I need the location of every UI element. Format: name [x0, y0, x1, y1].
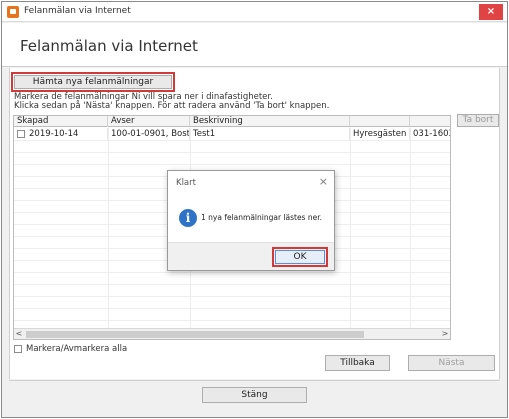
- scrollbar-thumb[interactable]: [26, 331, 364, 338]
- select-all-row[interactable]: Markera/Avmarkera alla: [14, 344, 127, 354]
- row-divider: [14, 164, 450, 165]
- column-header-beskrivning[interactable]: Beskrivning: [190, 116, 350, 127]
- table-row[interactable]: 2019-10-14 100-01-0901, Bostad... Test1 …: [14, 128, 450, 140]
- fetch-reports-button[interactable]: Hämta nya felanmälningar: [11, 72, 175, 92]
- info-icon: i: [179, 209, 197, 227]
- row-divider: [14, 272, 450, 273]
- cell-beskrivning: Test1: [190, 128, 350, 140]
- instructions-line-2: Klicka sedan på 'Nästa' knappen. För att…: [14, 101, 330, 111]
- dialog-ok-button[interactable]: OK: [272, 247, 328, 267]
- app-icon: [7, 6, 19, 18]
- column-divider: [108, 128, 109, 328]
- cell-phone: 031-1603: [410, 128, 450, 140]
- info-dialog: Klart × i 1 nya felanmälningar lästes ne…: [167, 170, 335, 271]
- column-header-reporter[interactable]: [350, 116, 410, 127]
- table-header: Skapad Avser Beskrivning: [14, 116, 450, 127]
- column-header-avser[interactable]: Avser: [108, 116, 190, 127]
- select-all-checkbox[interactable]: [14, 344, 22, 353]
- horizontal-scrollbar[interactable]: < >: [14, 328, 450, 339]
- row-divider: [14, 284, 450, 285]
- column-divider: [350, 128, 351, 328]
- window-title: Felanmälan via Internet: [24, 6, 131, 16]
- close-button[interactable]: Stäng: [202, 387, 307, 403]
- column-header-phone[interactable]: [410, 116, 450, 127]
- column-header-skapad[interactable]: Skapad: [14, 116, 108, 127]
- header: Felanmälan via Internet: [2, 23, 507, 67]
- title-bar: Felanmälan via Internet ×: [2, 2, 507, 22]
- row-divider: [14, 152, 450, 153]
- page-title: Felanmälan via Internet: [20, 37, 198, 55]
- window-close-button[interactable]: ×: [479, 4, 503, 20]
- next-button[interactable]: Nästa: [408, 355, 495, 371]
- row-checkbox[interactable]: [17, 129, 25, 138]
- dialog-message: 1 nya felanmälningar lästes ner.: [201, 213, 322, 222]
- cell-skapad: 2019-10-14: [14, 128, 108, 140]
- row-divider: [14, 320, 450, 321]
- scroll-right-icon[interactable]: >: [440, 329, 450, 339]
- select-all-label: Markera/Avmarkera alla: [26, 344, 128, 354]
- dialog-title: Klart: [176, 178, 196, 188]
- row-divider: [14, 140, 450, 141]
- column-divider: [410, 128, 411, 328]
- cell-avser: 100-01-0901, Bostad...: [108, 128, 190, 140]
- row-divider: [14, 296, 450, 297]
- cell-skapad-text: 2019-10-14: [29, 129, 79, 139]
- row-divider: [14, 308, 450, 309]
- cell-reporter: Hyresgästen: [350, 128, 410, 140]
- back-button[interactable]: Tillbaka: [325, 355, 390, 371]
- delete-button[interactable]: Ta bort: [457, 114, 499, 127]
- scroll-left-icon[interactable]: <: [14, 329, 24, 339]
- dialog-close-icon[interactable]: ×: [319, 175, 328, 188]
